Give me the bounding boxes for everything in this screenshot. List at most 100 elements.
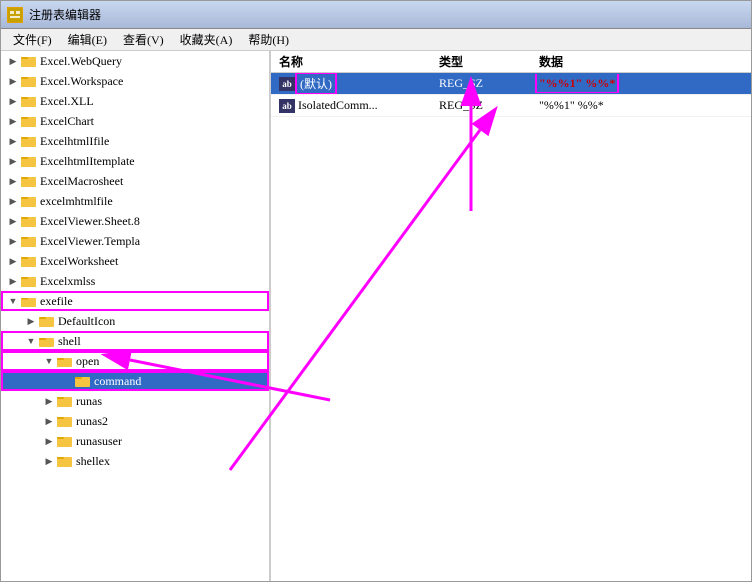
menu-bar: 文件(F) 编辑(E) 查看(V) 收藏夹(A) 帮助(H) <box>1 29 751 51</box>
tree-label: excelmhtmlfile <box>40 194 113 209</box>
tree-label: Excel.Workspace <box>40 74 123 89</box>
menu-favorites[interactable]: 收藏夹(A) <box>172 29 241 50</box>
tree-label: ExcelChart <box>40 114 94 129</box>
folder-icon <box>21 174 37 188</box>
tree-label: ExcelMacrosheet <box>40 174 123 189</box>
tree-item-excelxmlss[interactable]: ▶ Excelxmlss <box>1 271 269 291</box>
tree-item-excelwebquery[interactable]: ▶ Excel.WebQuery <box>1 51 269 71</box>
folder-icon <box>21 194 37 208</box>
folder-icon <box>21 234 37 248</box>
tree-item-excelmhtmlfile[interactable]: ▶ excelmhtmlfile <box>1 191 269 211</box>
tree-label: ExcelhtmlItemplate <box>40 154 135 169</box>
tree-item-excelviewertempla[interactable]: ▶ ExcelViewer.Templa <box>1 231 269 251</box>
table-body: ab (默认) REG_SZ "%%1" %%* ab IsolatedComm… <box>271 73 751 581</box>
expand-icon: ▶ <box>41 433 57 449</box>
tree-item-exefile[interactable]: ▼ exefile <box>1 291 269 311</box>
tree-item-excelviewersheet8[interactable]: ▶ ExcelViewer.Sheet.8 <box>1 211 269 231</box>
expand-icon: ▶ <box>5 133 21 149</box>
tree-item-runas2[interactable]: ▶ runas2 <box>1 411 269 431</box>
type-icon-ab: ab <box>279 77 295 91</box>
menu-edit[interactable]: 编辑(E) <box>60 29 115 50</box>
tree-item-open[interactable]: ▼ open <box>1 351 269 371</box>
folder-icon <box>21 254 37 268</box>
tree-label: command <box>94 374 141 389</box>
tree-item-excelhtmlfile[interactable]: ▶ ExcelhtmlIfile <box>1 131 269 151</box>
menu-view[interactable]: 查看(V) <box>115 29 172 50</box>
tree-item-shellex[interactable]: ▶ shellex <box>1 451 269 471</box>
tree-label: runas <box>76 394 102 409</box>
isolated-label: IsolatedComm... <box>298 98 378 113</box>
tree-item-excelhtmltemplate[interactable]: ▶ ExcelhtmlItemplate <box>1 151 269 171</box>
menu-file[interactable]: 文件(F) <box>5 29 60 50</box>
tree-item-runas[interactable]: ▶ runas <box>1 391 269 411</box>
tree-label: ExcelViewer.Sheet.8 <box>40 214 140 229</box>
cell-name-default: ab (默认) <box>271 73 431 94</box>
tree-item-defaulticon[interactable]: ▶ DefaultIcon <box>1 311 269 331</box>
cell-type-default: REG_SZ <box>431 74 531 93</box>
folder-icon <box>21 274 37 288</box>
folder-icon-open <box>21 294 37 308</box>
tree-label: runas2 <box>76 414 108 429</box>
expand-icon: ▼ <box>41 353 57 369</box>
right-panel: 名称 类型 数据 ab (默认) REG_SZ "%%1" %%* <box>271 51 751 581</box>
folder-icon <box>57 414 73 428</box>
cell-name-isolated: ab IsolatedComm... <box>271 96 431 115</box>
expand-icon: ▶ <box>5 173 21 189</box>
tree-item-excelxll[interactable]: ▶ Excel.XLL <box>1 91 269 111</box>
tree-item-command[interactable]: command <box>1 371 269 391</box>
folder-icon <box>39 314 55 328</box>
tree-label: open <box>76 354 99 369</box>
cell-data-isolated: "%%1" %%* <box>531 96 751 115</box>
tree-label: ExcelhtmlIfile <box>40 134 109 149</box>
tree-scroll[interactable]: ▶ Excel.WebQuery ▶ Excel.Workspace ▶ Exc… <box>1 51 269 581</box>
col-header-data: 数据 <box>531 51 751 72</box>
tree-item-excelchart[interactable]: ▶ ExcelChart <box>1 111 269 131</box>
folder-icon <box>21 114 37 128</box>
tree-label: exefile <box>40 294 73 309</box>
window-title: 注册表编辑器 <box>29 6 101 23</box>
tree-item-excelworkspace[interactable]: ▶ Excel.Workspace <box>1 71 269 91</box>
cell-type-isolated: REG_SZ <box>431 96 531 115</box>
tree-item-shell[interactable]: ▼ shell <box>1 331 269 351</box>
expand-icon: ▶ <box>41 453 57 469</box>
menu-help[interactable]: 帮助(H) <box>240 29 297 50</box>
folder-icon <box>57 434 73 448</box>
tree-item-excelworksheet[interactable]: ▶ ExcelWorksheet <box>1 251 269 271</box>
expand-icon: ▶ <box>5 213 21 229</box>
default-value-label: (默认) <box>298 75 334 92</box>
expand-icon <box>59 373 75 389</box>
cell-data-default: "%%1" %%* <box>531 74 751 93</box>
tree-label: Excel.WebQuery <box>40 54 122 69</box>
registry-editor-window: 注册表编辑器 文件(F) 编辑(E) 查看(V) 收藏夹(A) 帮助(H) ▶ … <box>0 0 752 582</box>
folder-icon <box>21 214 37 228</box>
tree-label: ExcelViewer.Templa <box>40 234 140 249</box>
folder-icon <box>57 454 73 468</box>
tree-label: DefaultIcon <box>58 314 115 329</box>
expand-icon: ▶ <box>41 413 57 429</box>
table-row[interactable]: ab IsolatedComm... REG_SZ "%%1" %%* <box>271 95 751 117</box>
tree-label: ExcelWorksheet <box>40 254 118 269</box>
col-header-type: 类型 <box>431 51 531 72</box>
expand-icon: ▶ <box>5 273 21 289</box>
data-value-highlighted: "%%1" %%* <box>539 76 615 90</box>
expand-icon: ▶ <box>41 393 57 409</box>
folder-icon <box>21 94 37 108</box>
table-header: 名称 类型 数据 <box>271 51 751 73</box>
expand-icon: ▶ <box>23 313 39 329</box>
expand-icon: ▶ <box>5 193 21 209</box>
folder-icon-open <box>57 354 73 368</box>
expand-icon: ▼ <box>5 293 21 309</box>
folder-icon <box>75 374 91 388</box>
tree-label: shellex <box>76 454 110 469</box>
expand-icon: ▶ <box>5 113 21 129</box>
tree-label: shell <box>58 334 81 349</box>
expand-icon: ▶ <box>5 233 21 249</box>
expand-icon: ▼ <box>23 333 39 349</box>
tree-item-runasuser[interactable]: ▶ runasuser <box>1 431 269 451</box>
tree-item-excelmacrosheet[interactable]: ▶ ExcelMacrosheet <box>1 171 269 191</box>
col-header-name: 名称 <box>271 51 431 72</box>
type-icon-ab: ab <box>279 99 295 113</box>
table-row[interactable]: ab (默认) REG_SZ "%%1" %%* <box>271 73 751 95</box>
folder-icon-open <box>39 334 55 348</box>
expand-icon: ▶ <box>5 73 21 89</box>
